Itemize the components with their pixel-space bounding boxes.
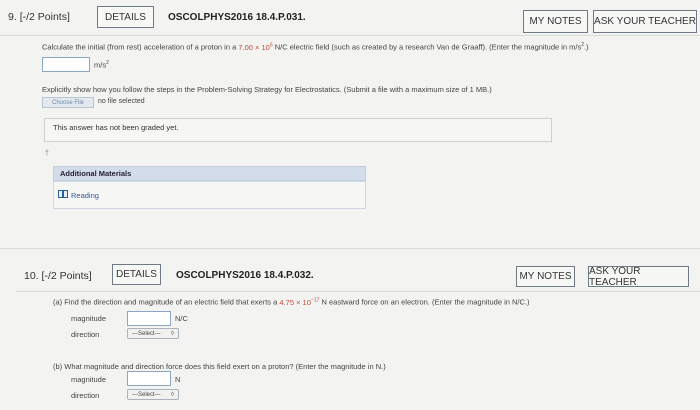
field-value: 7.00 × 106 bbox=[238, 42, 273, 52]
details-button[interactable]: DETAILS bbox=[97, 6, 154, 28]
question-10-header: 10. [-/2 Points] bbox=[24, 270, 92, 282]
part-a-direction-select[interactable]: ---Select--- ◊ bbox=[127, 328, 179, 339]
question-number: 9. bbox=[8, 11, 17, 23]
part-b-magnitude-input[interactable] bbox=[127, 371, 171, 386]
reading-label: Reading bbox=[71, 190, 99, 200]
part-b-direction-select[interactable]: ---Select--- ◊ bbox=[127, 389, 179, 400]
direction-label: direction bbox=[71, 391, 100, 400]
magnitude-label: magnitude bbox=[71, 375, 107, 384]
part-b-unit: N bbox=[175, 375, 181, 384]
problem-code: OSCOLPHYS2016 18.4.P.032. bbox=[176, 270, 314, 281]
part-a-unit: N/C bbox=[175, 314, 188, 323]
question-9-header: 9. [-/2 Points] bbox=[8, 11, 70, 23]
direction-label: direction bbox=[71, 330, 100, 339]
choose-file-button[interactable]: Choose File bbox=[42, 97, 94, 108]
my-notes-button[interactable]: MY NOTES bbox=[516, 266, 575, 287]
grading-status-box: This answer has not been graded yet. bbox=[44, 118, 552, 142]
divider bbox=[0, 248, 700, 249]
problem-code: OSCOLPHYS2016 18.4.P.031. bbox=[168, 12, 306, 23]
select-value: ---Select--- bbox=[132, 391, 161, 398]
additional-materials-header: Additional Materials bbox=[53, 166, 366, 181]
explain-instructions: Explicitly show how you follow the steps… bbox=[42, 85, 492, 94]
magnitude-label: magnitude bbox=[71, 314, 107, 323]
file-status: no file selected bbox=[98, 98, 145, 105]
question-points: [-/2 Points] bbox=[41, 270, 92, 282]
select-value: ---Select--- bbox=[132, 330, 161, 337]
divider bbox=[0, 35, 700, 36]
my-notes-button[interactable]: MY NOTES bbox=[523, 10, 588, 33]
select-arrows-icon: ◊ bbox=[171, 391, 174, 398]
part-a-magnitude-input[interactable] bbox=[127, 311, 171, 326]
book-icon bbox=[58, 190, 68, 200]
marker: † bbox=[45, 150, 49, 157]
question-prompt: Calculate the initial (from rest) accele… bbox=[42, 42, 589, 52]
force-value: 4.75 × 10−17 bbox=[279, 297, 320, 307]
question-points: [-/2 Points] bbox=[19, 11, 70, 23]
question-number: 10. bbox=[24, 270, 39, 282]
details-button[interactable]: DETAILS bbox=[112, 264, 161, 285]
select-arrows-icon: ◊ bbox=[171, 330, 174, 337]
reading-link[interactable]: Reading bbox=[58, 190, 99, 200]
ask-teacher-button[interactable]: ASK YOUR TEACHER bbox=[588, 266, 689, 288]
ask-teacher-button[interactable]: ASK YOUR TEACHER bbox=[593, 10, 697, 33]
additional-materials-panel: Reading bbox=[53, 181, 366, 209]
part-a-prompt: (a) Find the direction and magnitude of … bbox=[53, 297, 530, 307]
grading-status-text: This answer has not been graded yet. bbox=[53, 123, 179, 132]
part-b-prompt: (b) What magnitude and direction force d… bbox=[53, 362, 386, 371]
acceleration-answer-input[interactable] bbox=[42, 57, 90, 72]
divider bbox=[16, 291, 700, 292]
answer-unit: m/s2 bbox=[94, 60, 109, 70]
